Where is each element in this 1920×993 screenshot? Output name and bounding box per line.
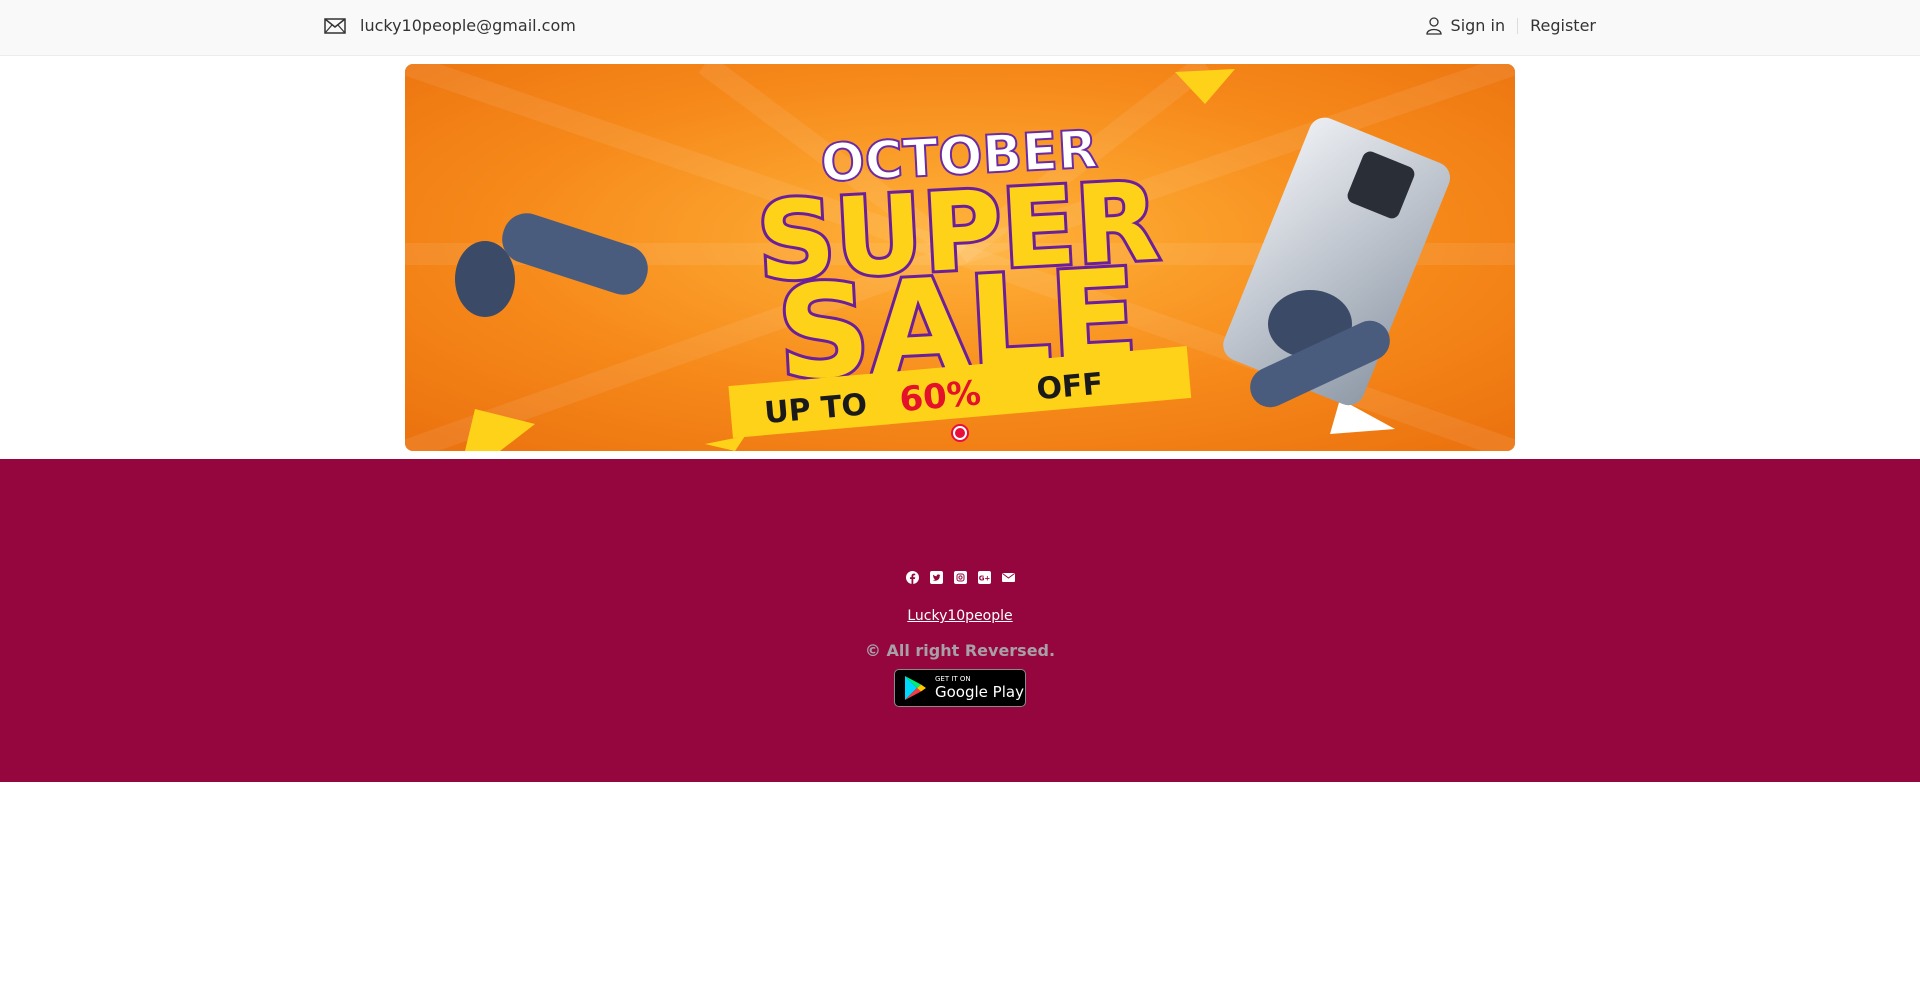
banner-offer-value: 60%	[898, 373, 983, 420]
promo-banner[interactable]: OCTOBER SUPER SALE UP TO 60% OFF	[405, 64, 1515, 451]
top-bar: lucky10people@gmail.com Sign in Register	[0, 0, 1920, 56]
copyright-text: © All right Reversed.	[864, 641, 1056, 660]
register-link[interactable]: Register	[1530, 16, 1596, 35]
google-play-icon	[905, 676, 926, 700]
sign-in-link[interactable]: Sign in	[1451, 16, 1506, 35]
facebook-icon[interactable]	[905, 570, 919, 584]
store-badge-small: GET IT ON	[935, 675, 971, 683]
envelope-icon	[324, 17, 346, 34]
social-links: G+	[0, 570, 1920, 584]
banner-artwork: OCTOBER SUPER SALE UP TO 60% OFF	[405, 64, 1515, 451]
google-plus-icon[interactable]: G+	[977, 570, 991, 584]
banner-offer-suffix: OFF	[1035, 367, 1104, 408]
store-badge-big: Google Play	[935, 683, 1024, 701]
instagram-icon[interactable]	[953, 570, 967, 584]
user-icon	[1425, 16, 1442, 35]
brand-link[interactable]: Lucky10people	[907, 608, 1012, 624]
brand: Lucky10people	[0, 605, 1920, 624]
footer: G+ Lucky10people © All right Reversed. G…	[0, 459, 1920, 782]
google-play-text: GET IT ON Google Play	[935, 676, 1024, 700]
carousel-indicator-1[interactable]	[951, 424, 969, 442]
auth-links: Sign in Register	[1425, 16, 1596, 35]
twitter-icon[interactable]	[929, 570, 943, 584]
svg-text:G+: G+	[978, 574, 990, 582]
envelope-icon[interactable]	[1001, 570, 1015, 584]
divider	[1517, 17, 1519, 34]
google-play-badge[interactable]: GET IT ON Google Play	[894, 669, 1026, 707]
email-text: lucky10people@gmail.com	[360, 16, 576, 35]
email-link[interactable]: lucky10people@gmail.com	[324, 16, 576, 35]
